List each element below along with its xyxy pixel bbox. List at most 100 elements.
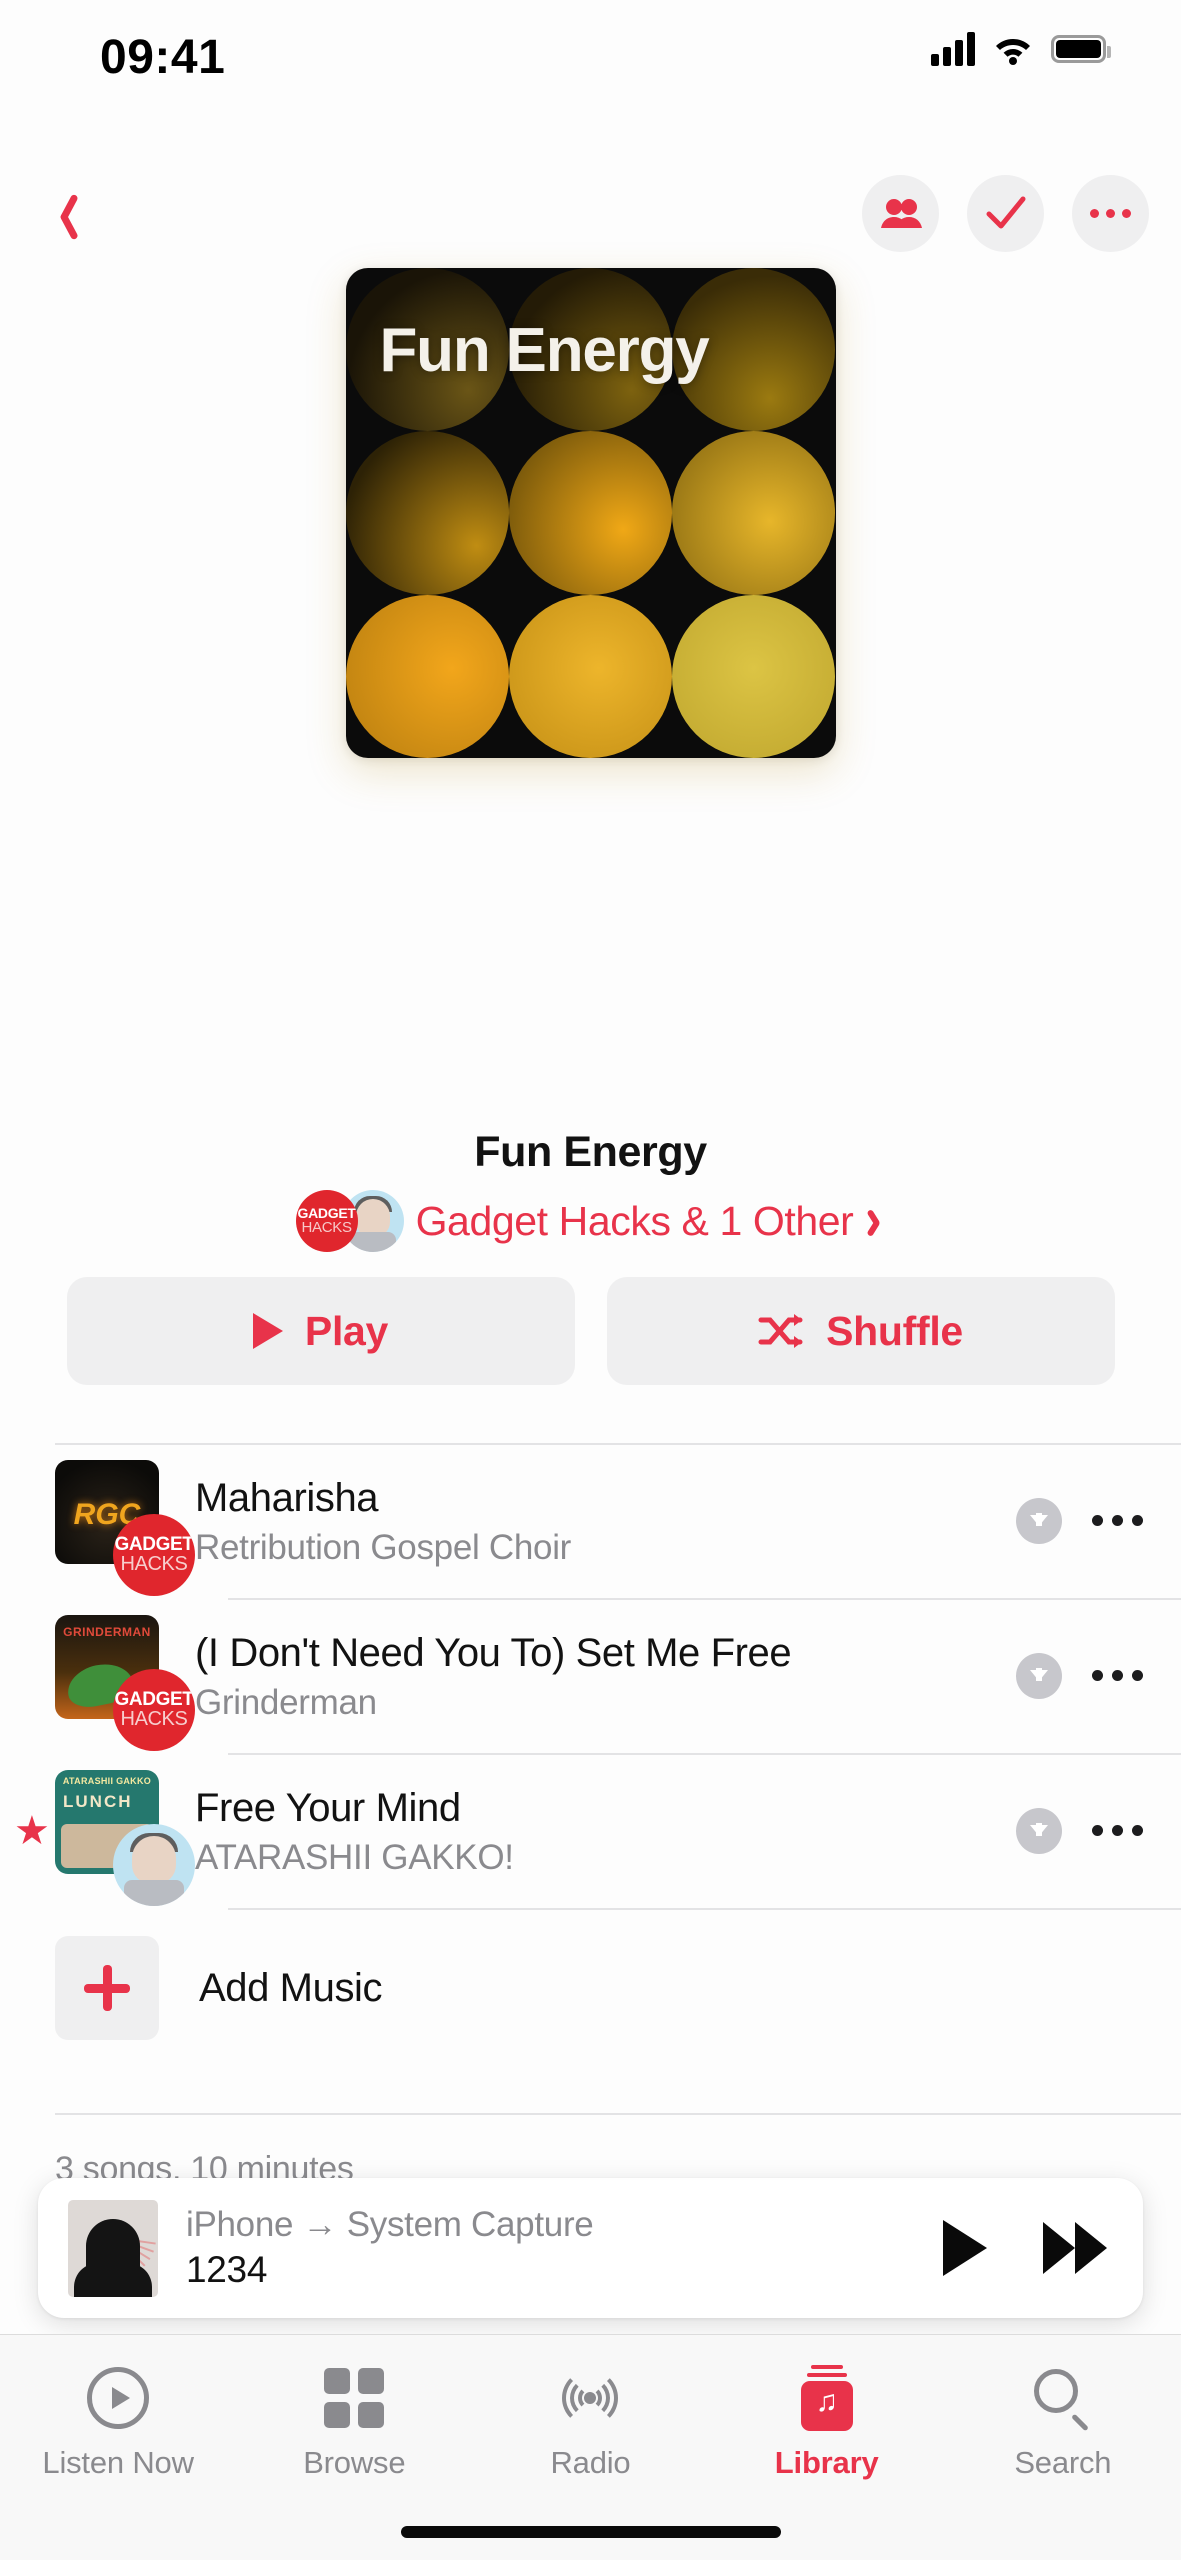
- cellular-signal-icon: [931, 32, 975, 66]
- song-thumbnail-wrap: RGC GADGET HACKS: [55, 1459, 195, 1596]
- playlist-artwork: Fun Energy: [345, 268, 836, 758]
- status-indicators: [931, 32, 1111, 66]
- mini-player[interactable]: iPhone → System Capture 1234: [38, 2178, 1143, 2318]
- playlist-artwork-container: Fun Energy: [0, 268, 1181, 758]
- library-icon: ♫: [800, 2365, 853, 2431]
- song-title: (I Don't Need You To) Set Me Free: [195, 1630, 792, 1675]
- done-button[interactable]: [967, 175, 1044, 252]
- row-actions: [1016, 1497, 1143, 1544]
- row-separator: [228, 1753, 1181, 1755]
- add-music-row[interactable]: Add Music: [0, 1908, 1181, 2068]
- table-row[interactable]: RGC GADGET HACKS Maharisha Retribution G…: [0, 1443, 1181, 1598]
- avatar-label-line2: HACKS: [301, 1218, 352, 1236]
- playback-buttons: Play Shuffle: [0, 1277, 1181, 1385]
- badge-label-line2: HACKS: [120, 1553, 188, 1575]
- badge-label-line1: GADGET: [114, 1689, 194, 1710]
- artwork-silhouette-head: [86, 2218, 140, 2297]
- play-triangle-icon: [252, 1313, 283, 1349]
- song-artist: ATARASHII GAKKO!: [195, 1837, 514, 1877]
- artwork-circle: [672, 431, 836, 595]
- nav-actions: [862, 175, 1149, 252]
- tab-search[interactable]: Search: [945, 2365, 1181, 2481]
- collaborate-button[interactable]: [862, 175, 939, 252]
- download-circle-icon[interactable]: [1016, 1497, 1062, 1544]
- listen-now-icon: [87, 2367, 150, 2429]
- tab-label: Browse: [303, 2445, 406, 2480]
- search-icon: [1033, 2369, 1092, 2432]
- badge-avatar-memoji: [113, 1823, 195, 1906]
- song-list: RGC GADGET HACKS Maharisha Retribution G…: [0, 1443, 1181, 2068]
- tab-listen-now[interactable]: Listen Now: [0, 2365, 236, 2481]
- authors-label: Gadget Hacks & 1 Other: [415, 1197, 854, 1244]
- shuffle-icon: [758, 1314, 803, 1348]
- badge-label-line2: HACKS: [120, 1708, 188, 1730]
- navigation-bar: [0, 165, 1181, 270]
- tab-radio[interactable]: Radio: [472, 2365, 708, 2481]
- tab-label: Radio: [550, 2445, 631, 2480]
- play-button[interactable]: Play: [66, 1277, 575, 1385]
- row-separator: [228, 1908, 1181, 1910]
- shuffle-button[interactable]: Shuffle: [606, 1277, 1115, 1385]
- home-indicator: [400, 2526, 781, 2538]
- mini-player-controls: [943, 2220, 1107, 2276]
- artwork-circle: [508, 594, 673, 758]
- tab-label: Listen Now: [42, 2445, 194, 2480]
- song-artist: Retribution Gospel Choir: [195, 1527, 572, 1567]
- row-actions: [1016, 1807, 1143, 1854]
- artwork-circle: [345, 594, 509, 758]
- browse-grid-icon: [324, 2368, 385, 2428]
- badge-avatar-gadget-hacks: GADGET HACKS: [113, 1668, 195, 1751]
- badge-avatar-gadget-hacks: GADGET HACKS: [113, 1513, 195, 1596]
- play-icon[interactable]: [943, 2220, 987, 2276]
- mini-player-text: iPhone → System Capture 1234: [186, 2205, 943, 2291]
- song-artwork-label: GRINDERMAN: [63, 1624, 151, 1639]
- table-row[interactable]: GRINDERMAN GADGET HACKS (I Don't Need Yo…: [0, 1598, 1181, 1753]
- tab-browse[interactable]: Browse: [236, 2365, 472, 2481]
- tab-bar: Listen Now Browse Radio ♫ Library Search: [0, 2334, 1181, 2560]
- mini-player-artwork: [68, 2199, 158, 2297]
- artwork-circle: [508, 431, 673, 595]
- song-artist: Grinderman: [195, 1682, 377, 1722]
- row-actions: [1016, 1652, 1143, 1699]
- song-title: Maharisha: [195, 1475, 379, 1520]
- plus-icon: [84, 1965, 130, 2011]
- download-circle-icon[interactable]: [1016, 1807, 1062, 1854]
- badge-label-line1: GADGET: [114, 1534, 194, 1555]
- status-bar: 09:41: [0, 0, 1181, 120]
- add-music-label: Add Music: [199, 1965, 383, 2010]
- song-artwork-label: ATARASHII GAKKO: [62, 1775, 152, 1786]
- ellipsis-icon: [1090, 209, 1131, 218]
- list-bottom-separator: [55, 2113, 1181, 2115]
- artwork-shape: LUNCH: [63, 1791, 133, 1811]
- download-circle-icon[interactable]: [1016, 1652, 1062, 1699]
- table-row[interactable]: ★ ATARASHII GAKKO LUNCH Free Your Mind A…: [0, 1753, 1181, 1908]
- mini-player-route: iPhone → System Capture: [186, 2205, 594, 2244]
- tab-library[interactable]: ♫ Library: [709, 2365, 945, 2481]
- more-button[interactable]: [1072, 175, 1149, 252]
- ellipsis-icon[interactable]: [1092, 1515, 1143, 1526]
- status-time: 09:41: [100, 31, 226, 84]
- tab-label: Search: [1014, 2445, 1112, 2480]
- memoji-body: [349, 1232, 396, 1252]
- fast-forward-icon[interactable]: [1043, 2222, 1107, 2274]
- chevron-right-icon: [871, 1208, 885, 1234]
- add-music-button[interactable]: [55, 1936, 159, 2040]
- star-icon: ★: [14, 1808, 50, 1853]
- battery-icon: [1051, 35, 1111, 63]
- song-text: (I Don't Need You To) Set Me Free Grinde…: [195, 1629, 1016, 1723]
- memoji-head: [132, 1835, 176, 1884]
- artwork-title: Fun Energy: [379, 316, 710, 385]
- song-title: Free Your Mind: [195, 1785, 461, 1830]
- mini-player-track: 1234: [186, 2249, 268, 2290]
- people-icon: [880, 198, 922, 228]
- ellipsis-icon[interactable]: [1092, 1825, 1143, 1836]
- back-button[interactable]: [28, 179, 100, 251]
- playlist-authors[interactable]: GADGET HACKS Gadget Hacks & 1 Other: [0, 1190, 1181, 1252]
- row-separator: [228, 1598, 1181, 1600]
- tab-label: Library: [774, 2445, 879, 2480]
- ellipsis-icon[interactable]: [1092, 1670, 1143, 1681]
- play-button-label: Play: [304, 1307, 389, 1354]
- artwork-circle: [672, 594, 836, 758]
- shuffle-button-label: Shuffle: [826, 1307, 963, 1354]
- song-thumbnail-wrap: ATARASHII GAKKO LUNCH: [55, 1769, 195, 1906]
